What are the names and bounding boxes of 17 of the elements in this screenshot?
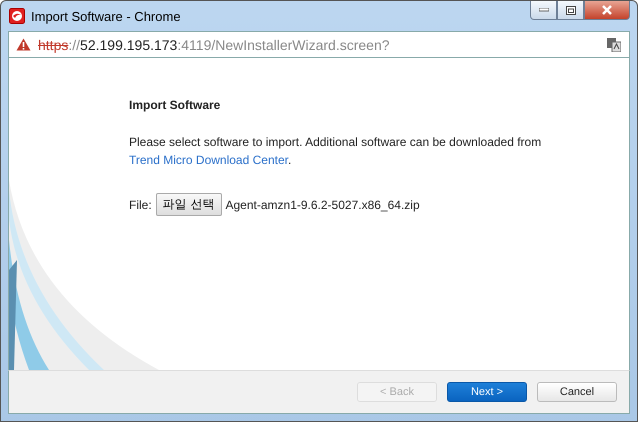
maximize-button[interactable] xyxy=(557,1,584,20)
download-center-link[interactable]: Trend Micro Download Center xyxy=(129,153,288,167)
minimize-icon xyxy=(538,8,548,12)
file-name: Agent-amzn1-9.6.2-5027.x86_64.zip xyxy=(226,198,420,212)
minimize-button[interactable] xyxy=(530,1,557,20)
intro-text: Please select software to import. Additional software can be downloaded from Trend Micro Download Center. xyxy=(129,134,542,169)
file-label: File: xyxy=(129,198,152,212)
translate-icon[interactable] xyxy=(607,38,621,52)
next-button[interactable]: Next > xyxy=(447,382,527,402)
maximize-icon xyxy=(566,6,576,14)
cancel-button[interactable]: Cancel xyxy=(537,382,617,402)
section-heading: Import Software xyxy=(129,98,222,112)
app-logo-icon xyxy=(9,8,25,24)
close-icon xyxy=(601,5,613,15)
close-button[interactable] xyxy=(584,1,630,20)
choose-file-button[interactable]: 파일 선택 xyxy=(156,193,222,216)
window-title: Import Software - Chrome xyxy=(31,8,181,24)
